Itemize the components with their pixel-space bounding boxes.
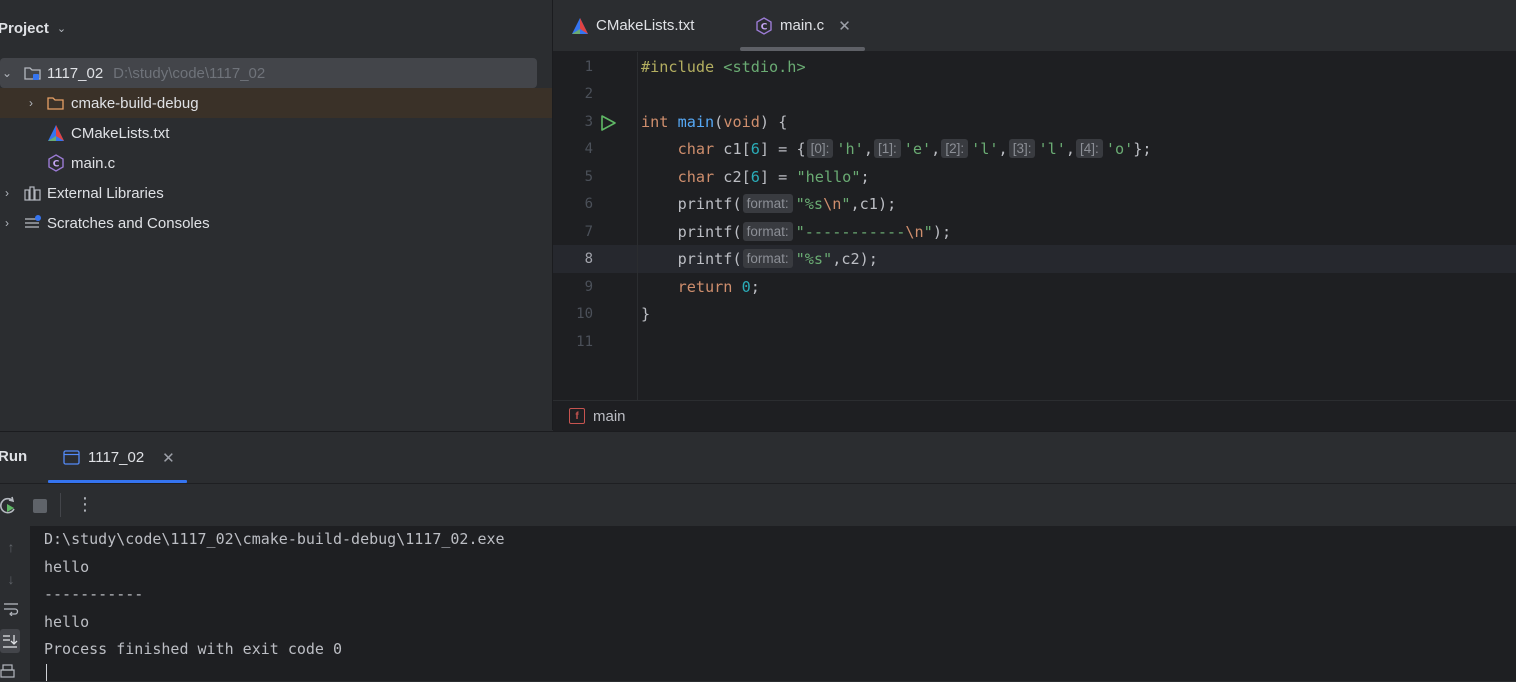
line-number: 7: [584, 224, 593, 240]
gutter-separator: [637, 52, 638, 400]
console-icon: [63, 450, 80, 465]
arrow-down-icon[interactable]: ↓: [0, 571, 22, 587]
toolbar-divider: [60, 493, 61, 517]
line-number: 2: [584, 86, 593, 102]
run-side-toolbar: ↑ ↓: [0, 526, 30, 681]
tab-main-c[interactable]: C main.c ✕: [740, 0, 865, 51]
tab-label: CMakeLists.txt: [596, 17, 695, 34]
tree-item-label: CMakeLists.txt: [71, 124, 170, 142]
inlay-hint: [4]:: [1076, 139, 1103, 158]
close-icon[interactable]: ✕: [838, 17, 851, 35]
code-line: printf(format: "-----------\n");: [677, 222, 952, 241]
console-line: Process finished with exit code 0: [44, 640, 343, 658]
chevron-right-icon[interactable]: ›: [24, 96, 38, 110]
code-line: int main(void) {: [641, 113, 788, 131]
close-icon[interactable]: ✕: [162, 449, 175, 467]
line-number: 8: [584, 251, 593, 267]
print-icon[interactable]: [0, 664, 16, 682]
chevron-down-icon[interactable]: ⌄: [0, 66, 14, 80]
soft-wrap-icon[interactable]: [0, 602, 22, 619]
run-gutter-icon[interactable]: [599, 114, 617, 136]
console-line: hello: [44, 613, 90, 631]
tree-root-name: 1117_02: [47, 64, 104, 82]
line-number: 9: [584, 279, 593, 295]
console-line: D:\study\code\1117_02\cmake-build-debug\…: [44, 530, 505, 548]
tree-item-cmake-build-debug[interactable]: › cmake-build-debug: [0, 88, 552, 118]
text-caret: [46, 664, 47, 681]
line-number: 6: [584, 196, 593, 212]
gutter: 1 2 3 4 5 6 7 8 9 10 11: [553, 52, 637, 400]
breadcrumb[interactable]: f main: [553, 400, 1516, 431]
code-line: printf(format: "%s",c2);: [677, 249, 878, 268]
code-line: }: [641, 305, 651, 323]
folder-icon: [47, 94, 65, 112]
svg-text:C: C: [53, 160, 60, 170]
stop-icon[interactable]: [33, 499, 47, 513]
tree-item-main-c[interactable]: C main.c: [0, 148, 552, 178]
chevron-right-icon[interactable]: ›: [0, 216, 14, 230]
inlay-hint: format:: [742, 222, 793, 241]
svg-text:C: C: [761, 22, 768, 32]
rerun-icon[interactable]: [0, 496, 18, 520]
line-number: 3: [584, 114, 593, 130]
tab-label: main.c: [780, 17, 825, 34]
tree-item-scratches[interactable]: › Scratches and Consoles: [0, 208, 552, 238]
tree-item-label: Scratches and Consoles: [47, 214, 210, 232]
code-line: printf(format: "%s\n",c1);: [677, 194, 897, 213]
module-folder-icon: [24, 64, 42, 82]
tab-label: 1117_02: [88, 449, 145, 466]
code-line: return 0;: [677, 278, 760, 296]
library-icon: [24, 184, 42, 202]
project-title[interactable]: Project: [0, 20, 49, 37]
breadcrumb-item[interactable]: main: [593, 408, 626, 425]
chevron-down-icon[interactable]: ⌄: [57, 22, 66, 35]
tree-root-path: D:\study\code\1117_02: [113, 64, 266, 82]
function-icon: f: [569, 408, 585, 424]
inlay-hint: format:: [742, 194, 793, 213]
project-header[interactable]: Project ⌄: [0, 0, 552, 56]
inlay-hint: [2]:: [941, 139, 969, 158]
editor-tabbar: CMakeLists.txt C main.c ✕: [553, 0, 1516, 52]
run-title: Run: [0, 448, 28, 465]
arrow-up-icon[interactable]: ↑: [0, 539, 22, 555]
c-file-icon: C: [47, 154, 65, 172]
cmake-icon: [571, 17, 589, 35]
tab-run-config[interactable]: 1117_02 ✕: [48, 432, 187, 483]
chevron-right-icon[interactable]: ›: [0, 186, 14, 200]
tab-cmakelists[interactable]: CMakeLists.txt: [571, 0, 694, 51]
c-file-icon: C: [755, 16, 773, 35]
inlay-hint: [1]:: [873, 139, 901, 158]
more-options-icon[interactable]: ⋮: [76, 494, 94, 514]
code-line: char c1[6] = {[0]:'h', [1]:'e', [2]:'l', [3…: [677, 139, 1152, 158]
code-area[interactable]: #include <stdio.h> int main(void) { char…: [641, 52, 1511, 400]
tree-item-label: cmake-build-debug: [71, 94, 199, 112]
run-panel: Run 1117_02 ✕ ⋮ ↑ ↓ D:\study\code\1117_0…: [0, 431, 1516, 681]
active-tab-indicator: [48, 480, 187, 483]
cmake-icon: [47, 124, 65, 142]
tree-item-root[interactable]: ⌄ 1117_02 D:\study\code\1117_02: [0, 58, 537, 88]
editor: CMakeLists.txt C main.c ✕ 1 2 3 4 5 6 7 …: [552, 0, 1516, 431]
line-number: 4: [584, 141, 593, 157]
scroll-to-end-icon[interactable]: [0, 629, 20, 653]
run-tabbar: Run 1117_02 ✕: [0, 432, 1516, 484]
active-tab-indicator: [740, 47, 865, 51]
inlay-hint: [3]:: [1008, 139, 1036, 158]
inlay-hint: format:: [742, 249, 793, 268]
tree-item-cmakelists[interactable]: CMakeLists.txt: [0, 118, 552, 148]
scratches-icon: [24, 214, 42, 232]
code-line: char c2[6] = "hello";: [677, 168, 870, 186]
tree-item-label: External Libraries: [47, 184, 164, 202]
code-line: #include <stdio.h>: [641, 58, 806, 76]
line-number: 5: [584, 169, 593, 185]
tree-item-label: main.c: [71, 154, 116, 172]
inlay-hint: [0]:: [806, 139, 834, 158]
project-panel: Project ⌄ ⌄ 1117_02 D:\study\code\1117_02…: [0, 0, 552, 430]
console-line: hello: [44, 558, 90, 576]
line-number: 10: [576, 306, 593, 322]
tree-item-external-libraries[interactable]: › External Libraries: [0, 178, 552, 208]
console-line: -----------: [44, 585, 144, 603]
run-toolbar: ⋮: [0, 484, 1516, 526]
line-number: 11: [576, 334, 593, 350]
line-number: 1: [584, 59, 593, 75]
